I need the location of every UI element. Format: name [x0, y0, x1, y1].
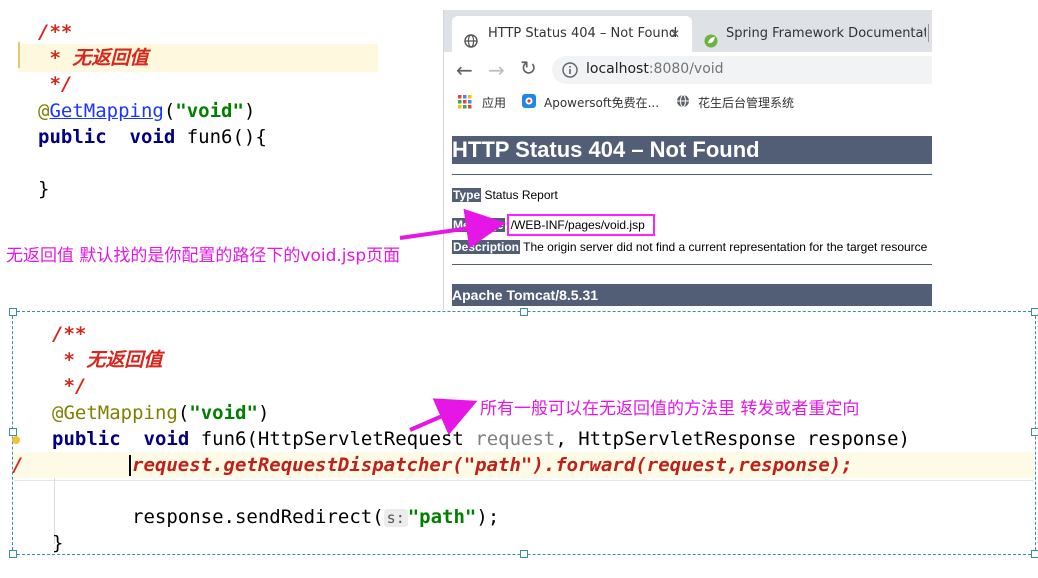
annotation-paren-close: ) [257, 402, 270, 424]
line-separator [14, 480, 1034, 481]
method-params: , HttpServletResponse response) [555, 428, 910, 450]
redirect-value: "path" [407, 506, 477, 528]
code-comment-open: /** [52, 323, 87, 345]
kw-void: void [143, 428, 190, 450]
method-signature: fun6(HttpServletRequest [189, 428, 476, 450]
left-note-arrow [399, 208, 506, 249]
gutter-comment-slash: / [12, 454, 24, 476]
resize-handle[interactable] [1031, 308, 1038, 316]
resize-handle[interactable] [9, 428, 17, 436]
resize-handle[interactable] [520, 308, 528, 316]
resize-handle[interactable] [1031, 550, 1038, 558]
text-cursor [129, 455, 131, 476]
redirect-end: ); [476, 506, 500, 528]
annotation-name: @GetMapping [52, 402, 178, 424]
redirect-call: response.sendRedirect( [132, 506, 384, 528]
code-redirect-line[interactable]: response.sendRedirect(s: "path"); [132, 504, 499, 531]
code-close-brace: } [52, 532, 64, 554]
resize-handle[interactable] [520, 550, 528, 558]
resize-handle[interactable] [9, 550, 17, 558]
code-comment-text: * 无返回值 [52, 349, 163, 371]
param-hint: s: [383, 509, 408, 527]
resize-handle[interactable] [1031, 428, 1038, 436]
code-annotation-line[interactable]: @GetMapping("void") [52, 400, 269, 426]
code-comment-close: */ [52, 375, 87, 397]
unused-param: request [475, 428, 556, 450]
code-method-decl[interactable]: public void fun6(HttpServletRequest requ… [52, 426, 910, 452]
kw-public: public [52, 428, 121, 450]
resize-handle[interactable] [9, 308, 17, 316]
annotation-value: "void" [189, 402, 258, 424]
annotation-paren-open: ( [177, 402, 190, 424]
bulb-icon[interactable] [12, 436, 20, 444]
code-forward-line[interactable]: request.getRequestDispatcher("path").for… [132, 452, 853, 478]
